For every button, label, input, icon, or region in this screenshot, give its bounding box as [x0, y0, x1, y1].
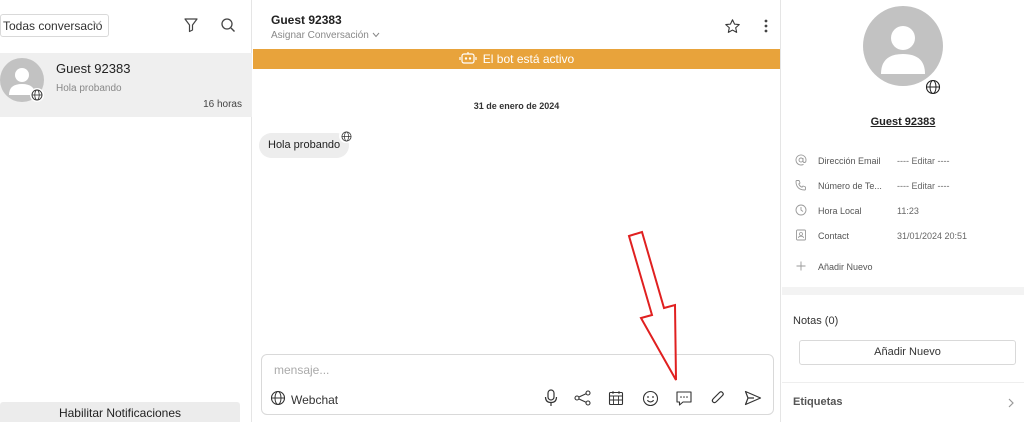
conversation-list-item[interactable]: Guest 92383 Hola probando 16 horas: [0, 53, 252, 117]
search-icon[interactable]: [217, 14, 239, 36]
local-time-label: Hora Local: [818, 206, 862, 216]
channel-selector[interactable]: Webchat: [270, 390, 338, 409]
send-icon[interactable]: [743, 388, 763, 408]
globe-icon: [339, 129, 353, 143]
chat-title: Guest 92383: [271, 13, 342, 27]
phone-edit-link[interactable]: ---- Editar ----: [897, 181, 950, 191]
assign-conversation-dropdown[interactable]: Asignar Conversación: [271, 30, 380, 41]
phone-row: Número de Te... ---- Editar ----: [794, 178, 1014, 194]
star-icon[interactable]: [721, 15, 743, 37]
contact-card-icon: [794, 228, 808, 242]
enable-notifications-button[interactable]: Habilitar Notificaciones: [0, 402, 240, 422]
contact-date-value: 31/01/2024 20:51: [897, 231, 968, 241]
bot-active-text: El bot está activo: [482, 52, 575, 66]
notes-title: Notas (0): [793, 315, 839, 327]
add-field-button[interactable]: Añadir Nuevo: [794, 259, 1014, 275]
local-time-value: 11:23: [897, 206, 919, 216]
section-divider: [782, 287, 1024, 295]
robot-icon: [459, 51, 477, 68]
contact-name[interactable]: Guest 92383: [782, 116, 1024, 128]
plus-icon: [794, 259, 808, 273]
tags-section-toggle[interactable]: Etiquetas: [782, 382, 1024, 422]
chevron-down-icon: [92, 19, 102, 30]
chat-pane: Guest 92383 Asignar Conversación El bot …: [253, 0, 781, 422]
conversation-filter-label: Todas conversacio: [3, 19, 103, 33]
bot-active-banner: El bot está activo: [253, 49, 780, 69]
globe-icon: [270, 390, 286, 409]
add-field-label: Añadir Nuevo: [818, 262, 873, 272]
conversation-list-pane: Todas conversacio Guest 92383 Hola proba…: [0, 0, 252, 422]
emoji-icon[interactable]: [640, 388, 660, 408]
contact-details-pane: Guest 92383 Dirección Email ---- Editar …: [782, 0, 1024, 422]
email-edit-link[interactable]: ---- Editar ----: [897, 156, 950, 166]
message-input[interactable]: [274, 363, 574, 377]
attachment-icon[interactable]: [708, 388, 728, 408]
contact-avatar: [863, 6, 943, 86]
contact-label: Contact: [818, 231, 850, 241]
phone-icon: [794, 178, 808, 192]
message-bubble: Hola probando: [259, 133, 350, 158]
globe-icon: [30, 88, 44, 102]
email-row: Dirección Email ---- Editar ----: [794, 153, 1014, 169]
calendar-icon[interactable]: [606, 388, 626, 408]
conversation-name: Guest 92383: [56, 61, 131, 76]
globe-icon: [924, 78, 942, 96]
chevron-down-icon: [372, 30, 380, 41]
add-note-button[interactable]: Añadir Nuevo: [799, 340, 1016, 365]
at-icon: [794, 153, 808, 167]
local-time-row: Hora Local 11:23: [794, 203, 1014, 219]
microphone-icon[interactable]: [541, 388, 561, 408]
clock-icon: [794, 203, 808, 217]
conversation-filter-select[interactable]: Todas conversacio: [0, 14, 109, 37]
chevron-right-icon: [1007, 396, 1015, 414]
more-options-icon[interactable]: [755, 15, 777, 37]
tags-title: Etiquetas: [793, 396, 843, 408]
filter-icon[interactable]: [180, 14, 202, 36]
assign-conversation-label: Asignar Conversación: [271, 30, 369, 41]
contact-row: Contact 31/01/2024 20:51: [794, 228, 1014, 244]
channel-label: Webchat: [291, 392, 339, 407]
date-separator: 31 de enero de 2024: [473, 101, 560, 111]
phone-label: Número de Te...: [818, 181, 882, 191]
email-label: Dirección Email: [818, 156, 881, 166]
conversation-time: 16 horas: [203, 99, 242, 110]
quick-reply-icon[interactable]: [674, 388, 694, 408]
annotation-arrow-icon: [627, 230, 677, 381]
share-flow-icon[interactable]: [573, 388, 593, 408]
user-icon: [881, 26, 925, 74]
conversation-preview: Hola probando: [56, 83, 122, 94]
